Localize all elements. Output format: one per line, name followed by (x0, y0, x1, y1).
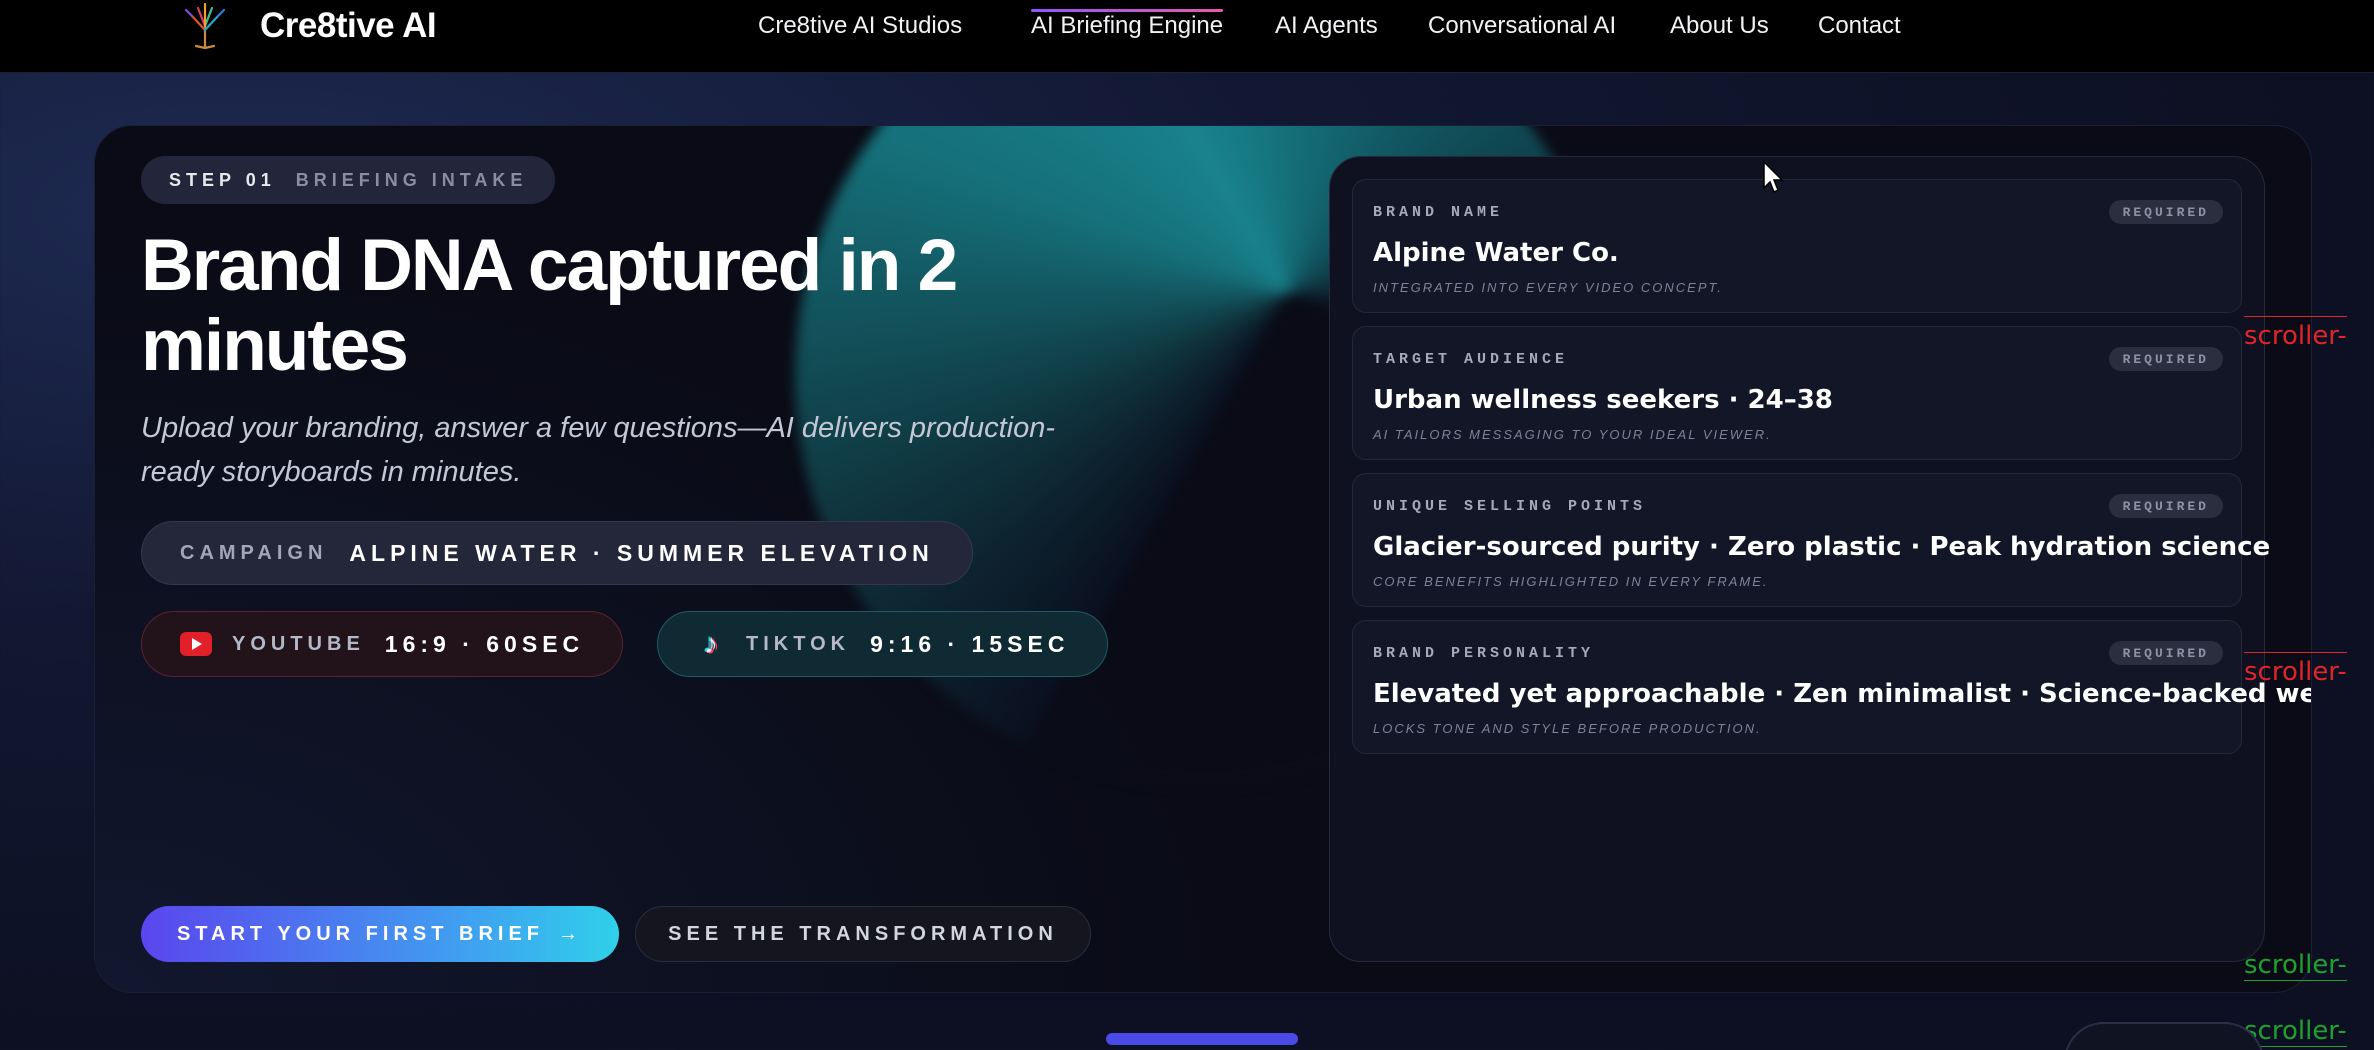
nav-link-studios[interactable]: Cre8tive AI Studios (758, 12, 962, 40)
field-label: BRAND NAME (1373, 204, 1504, 221)
platform-label: TIKTOK (746, 632, 851, 655)
required-badge: REQUIRED (2108, 200, 2223, 224)
required-badge: REQUIRED (2108, 641, 2223, 665)
field-value[interactable]: Elevated yet approachable · Zen minimali… (1373, 679, 2311, 709)
campaign-label: CAMPAIGN (180, 541, 328, 564)
arrow-right-icon: → (558, 922, 584, 945)
step-badge: STEP 01 BRIEFING INTAKE (141, 156, 556, 204)
scroller-end-marker: scroller- (2244, 1016, 2347, 1047)
step-number: STEP 01 (169, 169, 276, 190)
scroll-progress-indicator[interactable] (1106, 1033, 1298, 1045)
field-hint: INTEGRATED INTO EVERY VIDEO CONCEPT. (1373, 280, 1723, 295)
field-hint: LOCKS TONE AND STYLE BEFORE PRODUCTION. (1373, 721, 1762, 736)
brand-name[interactable]: Cre8tive AI (260, 6, 437, 46)
field-brand-name[interactable]: BRAND NAME REQUIRED Alpine Water Co. INT… (1352, 179, 2242, 313)
briefing-hero-card: STEP 01 BRIEFING INTAKE Brand DNA captur… (94, 125, 2312, 993)
platform-label: YOUTUBE (232, 632, 365, 655)
field-brand-personality[interactable]: BRAND PERSONALITY REQUIRED Elevated yet … (1352, 620, 2311, 754)
field-target-audience[interactable]: TARGET AUDIENCE REQUIRED Urban wellness … (1352, 326, 2242, 460)
step-label: BRIEFING INTAKE (295, 169, 528, 190)
nav-link-conversational-ai[interactable]: Conversational AI (1428, 12, 1616, 40)
field-hint: CORE BENEFITS HIGHLIGHTED IN EVERY FRAME… (1373, 574, 1769, 589)
tiktok-icon: ♪ (704, 628, 718, 659)
top-navigation: Cre8tive AI Cre8tive AI Studios AI Brief… (0, 0, 2374, 73)
scroller-start-marker: scroller- (2244, 316, 2347, 351)
page-title: Brand DNA captured in 2 minutes (141, 225, 958, 386)
start-first-brief-label: START YOUR FIRST BRIEF (176, 922, 545, 945)
field-unique-selling-points[interactable]: UNIQUE SELLING POINTS REQUIRED Glacier-s… (1352, 473, 2270, 607)
chat-widget-bubble[interactable] (2064, 1022, 2264, 1050)
field-value[interactable]: Alpine Water Co. (1373, 238, 1619, 268)
field-label: BRAND PERSONALITY (1373, 645, 1595, 662)
field-value[interactable]: Urban wellness seekers · 24–38 (1373, 385, 1833, 415)
field-label: TARGET AUDIENCE (1373, 351, 1569, 368)
campaign-value: ALPINE WATER · SUMMER ELEVATION (349, 539, 934, 566)
field-hint: AI TAILORS MESSAGING TO YOUR IDEAL VIEWE… (1373, 427, 1772, 442)
nav-link-about[interactable]: About Us (1670, 12, 1769, 40)
field-value[interactable]: Glacier-sourced purity · Zero plastic · … (1373, 532, 2270, 562)
platform-chip-youtube: YOUTUBE 16:9 · 60SEC (141, 611, 624, 677)
required-badge: REQUIRED (2108, 347, 2223, 371)
mouse-cursor-icon (1763, 160, 1784, 194)
youtube-icon (180, 632, 212, 656)
platform-format: 16:9 · 60SEC (384, 630, 585, 657)
campaign-badge: CAMPAIGN ALPINE WATER · SUMMER ELEVATION (141, 521, 973, 585)
page-subtitle: Upload your branding, answer a few quest… (141, 412, 1055, 488)
tree-logo-icon[interactable] (178, 0, 232, 50)
required-badge: REQUIRED (2108, 494, 2223, 518)
scroller-start-marker: scroller- (2244, 652, 2347, 687)
brief-form-panel: BRAND NAME REQUIRED Alpine Water Co. INT… (1329, 156, 2311, 962)
scroller-end-marker: scroller- (2244, 950, 2347, 981)
platform-chip-tiktok: ♪ TIKTOK 9:16 · 15SEC (657, 611, 1109, 677)
field-label: UNIQUE SELLING POINTS (1373, 498, 1647, 515)
platform-format: 9:16 · 15SEC (870, 630, 1070, 657)
nav-link-agents[interactable]: AI Agents (1275, 12, 1378, 40)
see-transformation-button[interactable]: SEE THE TRANSFORMATION (635, 906, 1091, 962)
nav-link-briefing-engine[interactable]: AI Briefing Engine (1031, 9, 1224, 40)
start-first-brief-button[interactable]: START YOUR FIRST BRIEF → (141, 906, 619, 962)
nav-link-contact[interactable]: Contact (1818, 12, 1901, 40)
